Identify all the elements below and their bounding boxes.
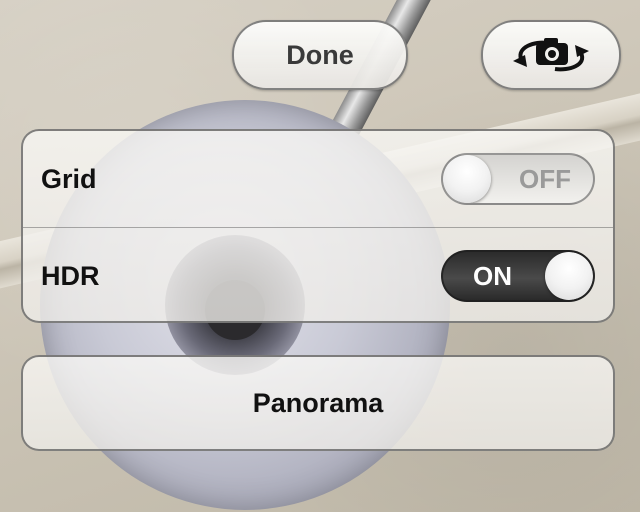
hdr-toggle-knob[interactable] [545, 252, 593, 300]
hdr-toggle-state: ON [473, 261, 512, 291]
panorama-button[interactable]: Panorama [21, 355, 615, 451]
grid-label: Grid [41, 163, 97, 194]
camera-flip-button[interactable] [481, 20, 621, 90]
hdr-toggle[interactable]: ON [441, 250, 595, 302]
hdr-label: HDR [41, 260, 100, 291]
panorama-label: Panorama [252, 387, 384, 418]
done-button[interactable]: Done [232, 20, 408, 90]
grid-toggle-state: OFF [519, 164, 571, 194]
hdr-setting-row: HDR ON [23, 228, 613, 321]
camera-flip-icon [513, 38, 589, 72]
grid-toggle[interactable]: OFF [441, 153, 595, 205]
grid-toggle-knob[interactable] [443, 155, 491, 203]
grid-setting-row: Grid OFF [23, 131, 613, 227]
camera-options-panel: Grid OFF HDR ON [21, 129, 615, 323]
